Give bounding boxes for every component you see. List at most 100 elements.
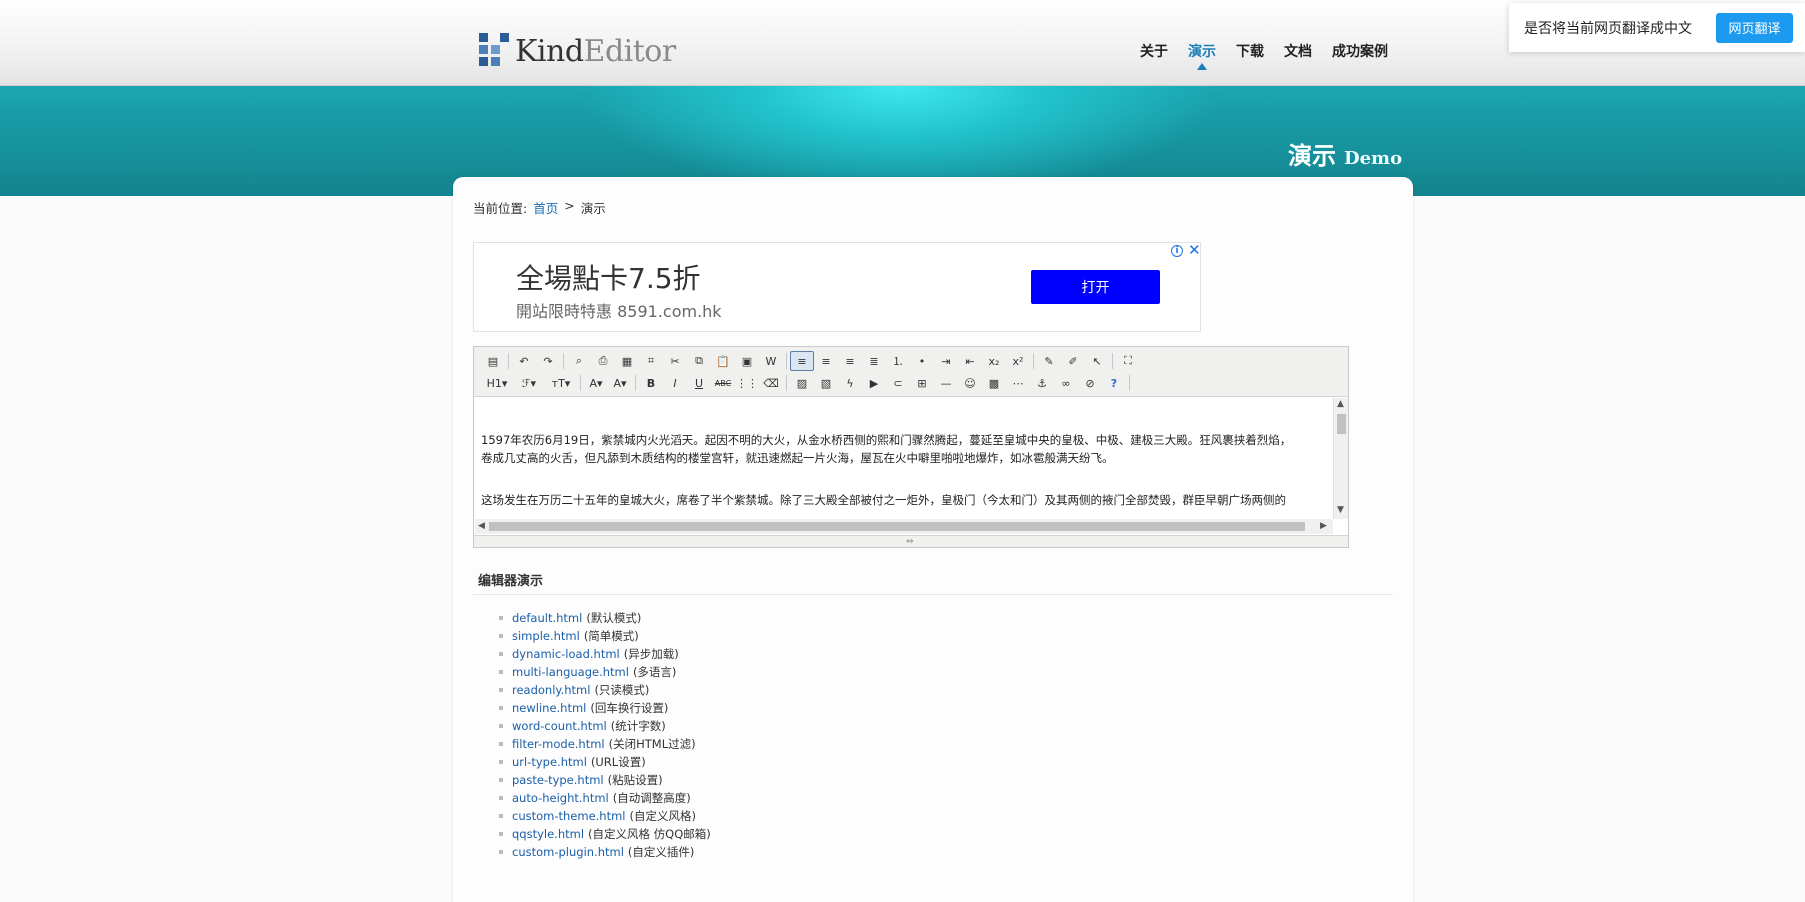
a-icon[interactable]: A▾ (584, 373, 608, 393)
kindeditor-logo[interactable]: KindEditor (479, 33, 679, 69)
f-icon[interactable]: ℱ▾ (513, 373, 545, 393)
align-center-icon[interactable]: ≡ (814, 351, 838, 371)
divider (473, 594, 1393, 595)
demo-link[interactable]: custom-plugin.html (512, 845, 624, 859)
demo-link[interactable]: newline.html (512, 701, 586, 715)
link-icon[interactable]: ∞ (1054, 373, 1078, 393)
ad-close-icon[interactable]: ✕ (1188, 241, 1201, 259)
cut-icon[interactable]: ✂ (663, 351, 687, 371)
selectall-icon[interactable]: ↖ (1085, 351, 1109, 371)
demo-link[interactable]: qqstyle.html (512, 827, 584, 841)
lineheight-icon[interactable]: ⋮⋮ (735, 373, 759, 393)
list-item: custom-theme.html (自定义风格) (499, 807, 711, 825)
scroll-left-icon[interactable]: ◀ (478, 521, 485, 531)
demo-link[interactable]: dynamic-load.html (512, 647, 620, 661)
demo-link[interactable]: multi-language.html (512, 665, 629, 679)
clearhtml-icon[interactable]: ✎ (1037, 351, 1061, 371)
outdent-icon[interactable]: ⇤ (958, 351, 982, 371)
u-icon[interactable]: U (687, 373, 711, 393)
pagebreak-icon[interactable]: ⋯ (1006, 373, 1030, 393)
demo-link[interactable]: word-count.html (512, 719, 607, 733)
unordered-list-icon[interactable]: • (910, 351, 934, 371)
flash-icon[interactable]: ϟ (838, 373, 862, 393)
about-icon[interactable]: ? (1102, 373, 1126, 393)
redo-icon[interactable]: ↷ (536, 351, 560, 371)
tt-icon[interactable]: тT▾ (545, 373, 577, 393)
scroll-up-icon[interactable]: ▲ (1337, 399, 1344, 409)
removeformat-icon[interactable]: ⌫ (759, 373, 783, 393)
demo-description: (回车换行设置) (590, 701, 669, 715)
anchor-icon[interactable]: ⚓ (1030, 373, 1054, 393)
breadcrumb-label: 当前位置: (473, 201, 528, 216)
table-icon[interactable]: ⊞ (910, 373, 934, 393)
editor-content-area[interactable]: 1597年农历6月19日，紫禁城内火光滔天。起因不明的大火，从金水桥西侧的熙和门… (475, 398, 1333, 519)
nav-item-0[interactable]: 关于 (1130, 41, 1178, 61)
hr-icon[interactable]: — (934, 373, 958, 393)
editor-vertical-scrollbar[interactable]: ▲ ▼ (1333, 398, 1348, 519)
image-icon[interactable]: ▨ (790, 373, 814, 393)
wordpaste-icon[interactable]: W (759, 351, 783, 371)
breadcrumb-home-link[interactable]: 首页 (533, 198, 558, 217)
media-icon[interactable]: ▶ (862, 373, 886, 393)
vertical-scroll-thumb[interactable] (1337, 414, 1346, 434)
ordered-list-icon[interactable]: ⒈ (886, 351, 910, 371)
demo-link[interactable]: simple.html (512, 629, 580, 643)
nav-item-3[interactable]: 文档 (1274, 41, 1322, 61)
scroll-right-icon[interactable]: ▶ (1320, 521, 1327, 531)
align-left-icon[interactable]: ≡ (790, 351, 814, 371)
superscript-icon[interactable]: x² (1006, 351, 1030, 371)
ad-info-icon[interactable]: i (1171, 245, 1183, 257)
demo-link[interactable]: url-type.html (512, 755, 587, 769)
indent-icon[interactable]: ⇥ (934, 351, 958, 371)
scroll-down-icon[interactable]: ▼ (1337, 505, 1344, 515)
quickformat-icon[interactable]: ✐ (1061, 351, 1085, 371)
align-right-icon[interactable]: ≡ (838, 351, 862, 371)
nav-item-1[interactable]: 演示 (1178, 41, 1226, 70)
undo-icon[interactable]: ↶ (512, 351, 536, 371)
translate-button[interactable]: 网页翻译 (1716, 12, 1793, 43)
multiimage-icon[interactable]: ▧ (814, 373, 838, 393)
template-icon[interactable]: ▦ (615, 351, 639, 371)
demo-link[interactable]: paste-type.html (512, 773, 604, 787)
list-item: auto-height.html (自动调整高度) (499, 789, 711, 807)
demo-section-title: 编辑器演示 (478, 574, 544, 589)
code-icon[interactable]: ⌗ (639, 351, 663, 371)
editor-horizontal-scrollbar[interactable]: ◀ ▶ (475, 519, 1333, 534)
toolbar-separator (635, 375, 636, 391)
page-title: 演示 Demo (1288, 136, 1402, 171)
nav-item-2[interactable]: 下载 (1226, 41, 1274, 61)
preview-icon[interactable]: ⌕ (567, 351, 591, 371)
justify-icon[interactable]: ≣ (862, 351, 886, 371)
ad-subtitle[interactable]: 開站限時特惠 8591.com.hk (516, 298, 722, 322)
print-icon[interactable]: ⎙ (591, 351, 615, 371)
ad-open-button[interactable]: 打开 (1031, 270, 1160, 304)
demo-description: (自定义插件) (627, 845, 695, 859)
subscript-icon[interactable]: x₂ (982, 351, 1006, 371)
demo-link[interactable]: custom-theme.html (512, 809, 626, 823)
ad-headline[interactable]: 全場點卡7.5折 (516, 257, 701, 297)
b-icon[interactable]: B (639, 373, 663, 393)
demo-link[interactable]: default.html (512, 611, 582, 625)
copy-icon[interactable]: ⧉ (687, 351, 711, 371)
baidumap-icon[interactable]: ▩ (982, 373, 1006, 393)
resize-grip-icon[interactable]: ⇔ (906, 537, 914, 547)
demo-link[interactable]: readonly.html (512, 683, 590, 697)
h1-icon[interactable]: H1▾ (481, 373, 513, 393)
demo-link[interactable]: filter-mode.html (512, 737, 605, 751)
unlink-icon[interactable]: ⊘ (1078, 373, 1102, 393)
a-icon[interactable]: A▾ (608, 373, 632, 393)
ad-banner[interactable]: 全場點卡7.5折 開站限時特惠 8591.com.hk 打开 i ✕ (473, 241, 1201, 332)
abc-icon[interactable]: ABC (711, 373, 735, 393)
fullscreen-icon[interactable]: ⛶ (1116, 351, 1140, 371)
toolbar-separator (1033, 353, 1034, 369)
emoticons-icon[interactable]: ☺ (958, 373, 982, 393)
horizontal-scroll-thumb[interactable] (489, 522, 1305, 531)
i-icon[interactable]: I (663, 373, 687, 393)
bullet-icon (499, 616, 503, 620)
source-icon[interactable]: ▤ (481, 351, 505, 371)
demo-link[interactable]: auto-height.html (512, 791, 609, 805)
paste-icon[interactable]: 📋 (711, 351, 735, 371)
insertfile-icon[interactable]: ⊂ (886, 373, 910, 393)
plainpaste-icon[interactable]: ▣ (735, 351, 759, 371)
nav-item-4[interactable]: 成功案例 (1322, 41, 1398, 61)
